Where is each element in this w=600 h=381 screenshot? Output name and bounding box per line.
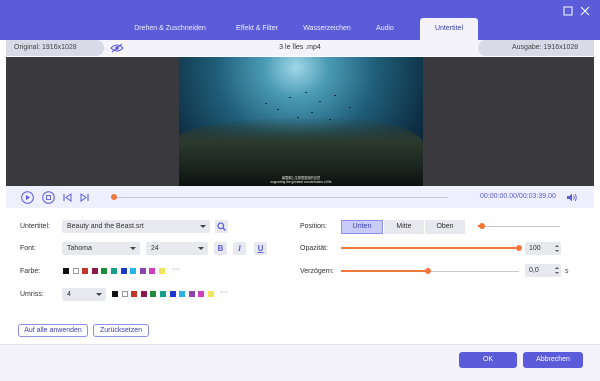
position-slider-handle[interactable]: [479, 223, 485, 229]
color-swatch[interactable]: [150, 291, 157, 297]
video-frame: 暴雪脚上生物很震撼的自然 supporting the greatest con…: [179, 57, 423, 186]
tab-watermark[interactable]: Wasserzeichen: [290, 18, 364, 40]
color-swatch[interactable]: [120, 268, 127, 274]
decrement-icon[interactable]: [555, 250, 559, 252]
reset-button[interactable]: Zurücksetzen: [93, 324, 149, 337]
italic-button[interactable]: I: [233, 242, 246, 255]
subtitle-overlay: 暴雪脚上生物很震撼的自然 supporting the greatest con…: [179, 176, 423, 184]
color-swatch[interactable]: [139, 268, 146, 274]
color-swatch[interactable]: [208, 291, 214, 297]
subtitle-file-select[interactable]: Beauty and the Beast.srt: [62, 220, 210, 233]
color-swatch[interactable]: [140, 291, 147, 297]
delay-label: Verzögern:: [300, 268, 334, 275]
position-slider-track[interactable]: [478, 226, 560, 227]
search-icon: [217, 222, 226, 231]
original-resolution: Original: 1916x1028: [6, 40, 104, 56]
volume-icon[interactable]: [567, 193, 577, 202]
decrement-icon[interactable]: [555, 272, 559, 274]
font-size-value: 24: [151, 245, 159, 252]
tab-audio[interactable]: Audio: [360, 18, 410, 40]
next-frame-icon[interactable]: [80, 193, 89, 202]
cancel-button[interactable]: Abbrechen: [523, 352, 583, 368]
font-value: Tahoma: [67, 245, 92, 252]
color-swatch[interactable]: [169, 291, 176, 297]
color-swatch[interactable]: [188, 291, 195, 297]
font-select[interactable]: Tahoma: [62, 242, 140, 255]
tab-rotate-crop[interactable]: Drehen & Zuschneiden: [115, 18, 225, 40]
previous-frame-icon[interactable]: [63, 193, 72, 202]
subtitle-label: Untertitel:: [20, 223, 50, 230]
opacity-value: 100: [529, 245, 541, 252]
opacity-slider-fill: [341, 247, 519, 249]
file-name: 3 le îles .mp4: [279, 44, 321, 51]
delay-slider-fill: [341, 270, 428, 272]
color-label: Farbe:: [20, 268, 41, 275]
opacity-slider-handle[interactable]: [516, 245, 522, 251]
eye-toggle-icon[interactable]: [110, 43, 124, 53]
position-bottom-button[interactable]: Unten: [341, 220, 383, 234]
color-swatch[interactable]: [131, 291, 138, 297]
opacity-label: Opazität:: [300, 245, 329, 252]
time-readout: 00:00:00.00/00:03:39.00: [480, 193, 556, 200]
delay-slider-handle[interactable]: [425, 268, 431, 274]
output-resolution: Ausgabe: 1916x1028: [478, 40, 594, 56]
color-swatch[interactable]: [198, 291, 205, 297]
color-swatch[interactable]: [179, 291, 186, 297]
position-label: Position:: [300, 223, 327, 230]
position-top-button[interactable]: Oben: [425, 220, 465, 234]
color-swatch[interactable]: [160, 291, 166, 297]
subtitle-line-2: supporting the greatest concentration of…: [270, 180, 332, 184]
color-swatch[interactable]: [149, 268, 156, 274]
color-swatch[interactable]: [82, 268, 89, 274]
font-size-select[interactable]: 24: [146, 242, 208, 255]
color-swatch[interactable]: [111, 268, 117, 274]
chevron-down-icon: [130, 247, 136, 250]
color-swatch[interactable]: [101, 268, 108, 274]
position-middle-button[interactable]: Mitte: [384, 220, 424, 234]
close-icon[interactable]: [580, 6, 590, 16]
tab-effect-filter[interactable]: Effekt & Filter: [220, 18, 294, 40]
bold-button[interactable]: B: [214, 242, 227, 255]
increment-icon[interactable]: [555, 245, 559, 247]
opacity-input[interactable]: 100: [525, 242, 561, 255]
color-swatch[interactable]: [112, 291, 118, 297]
maximize-icon[interactable]: [563, 6, 573, 16]
search-subtitle-button[interactable]: [215, 220, 228, 233]
chevron-down-icon: [96, 293, 102, 296]
ok-button[interactable]: OK: [459, 352, 517, 368]
tab-bar: Drehen & Zuschneiden Effekt & Filter Was…: [0, 18, 600, 40]
color-swatch[interactable]: [121, 291, 128, 297]
subtitle-file-value: Beauty and the Beast.srt: [67, 223, 144, 230]
play-icon[interactable]: [21, 191, 34, 204]
color-swatch[interactable]: [91, 268, 98, 274]
increment-icon[interactable]: [555, 267, 559, 269]
color-swatch[interactable]: [72, 268, 79, 274]
outline-label: Umriss:: [20, 291, 44, 298]
color-swatch[interactable]: [63, 268, 69, 274]
outline-width-value: 4: [67, 291, 71, 298]
seek-track[interactable]: [112, 197, 448, 198]
chevron-down-icon: [200, 225, 206, 228]
color-swatch[interactable]: [159, 268, 165, 274]
font-label: Font:: [20, 245, 36, 252]
stop-icon[interactable]: [42, 191, 55, 204]
seek-handle[interactable]: [111, 194, 117, 200]
delay-unit: s: [565, 268, 569, 275]
more-colors-icon[interactable]: ···: [172, 266, 181, 273]
delay-value: 0,0: [529, 267, 539, 274]
apply-all-button[interactable]: Auf alle anwenden: [18, 324, 88, 337]
color-swatch[interactable]: [130, 268, 137, 274]
underline-button[interactable]: U: [254, 242, 267, 255]
outline-width-select[interactable]: 4: [62, 288, 106, 301]
delay-input[interactable]: 0,0: [525, 264, 561, 277]
tab-subtitle[interactable]: Untertitel: [420, 18, 478, 40]
chevron-down-icon: [198, 247, 204, 250]
more-outline-colors-icon[interactable]: ···: [220, 289, 229, 296]
